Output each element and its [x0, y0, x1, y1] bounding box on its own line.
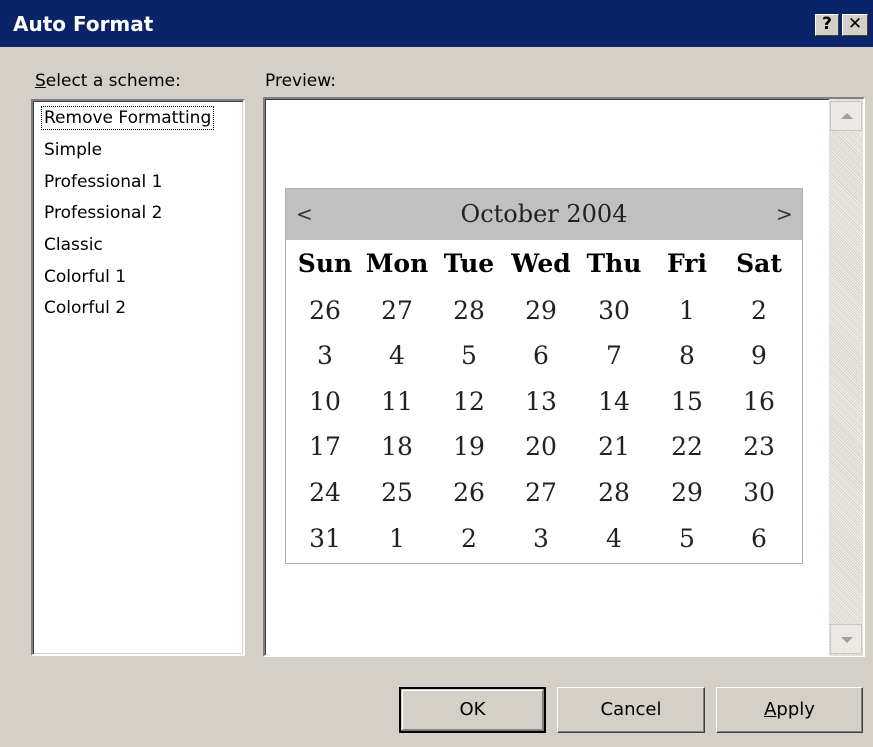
- cancel-button[interactable]: Cancel: [557, 687, 705, 733]
- calendar-day-cell[interactable]: 30: [724, 479, 794, 507]
- calendar-day-cell[interactable]: 21: [579, 433, 649, 461]
- calendar-day-cell[interactable]: 17: [290, 433, 360, 461]
- calendar-day-cell[interactable]: 11: [362, 388, 432, 416]
- calendar-day-cell[interactable]: 20: [506, 433, 576, 461]
- calendar-day-cell[interactable]: 27: [506, 479, 576, 507]
- calendar-day-cell[interactable]: 1: [652, 297, 722, 325]
- calendar-day-cell[interactable]: 15: [652, 388, 722, 416]
- apply-button[interactable]: Apply: [716, 687, 863, 733]
- calendar-day-cell[interactable]: 2: [434, 525, 504, 553]
- calendar-day-cell[interactable]: 3: [290, 342, 360, 370]
- calendar-preview: October 2004 < > Sun Mon Tue Wed Thu Fri Sat 26…: [285, 188, 803, 564]
- calendar-day-cell[interactable]: 5: [652, 525, 722, 553]
- calendar-day-cell[interactable]: 29: [652, 479, 722, 507]
- calendar-day-cell[interactable]: 2: [724, 297, 794, 325]
- scheme-item-classic[interactable]: Classic: [42, 234, 105, 256]
- window-title: Auto Format: [13, 12, 154, 36]
- calendar-next-link[interactable]: >: [776, 203, 793, 225]
- calendar-day-cell[interactable]: 4: [362, 342, 432, 370]
- calendar-day-cell[interactable]: 19: [434, 433, 504, 461]
- arrow-down-icon: [841, 637, 853, 643]
- calendar-month-title: October 2004: [460, 200, 628, 228]
- calendar-day-cell[interactable]: 13: [506, 388, 576, 416]
- scheme-item-remove-formatting[interactable]: Remove Formatting: [40, 106, 215, 130]
- calendar-day-cell[interactable]: 16: [724, 388, 794, 416]
- calendar-day-header-sun: Sun: [297, 249, 353, 278]
- ok-button-label: OK: [459, 699, 486, 720]
- scheme-label: Select a scheme:: [35, 71, 181, 91]
- calendar-day-cell[interactable]: 24: [290, 479, 360, 507]
- calendar-day-header-sat: Sat: [736, 249, 782, 278]
- calendar-day-cell[interactable]: 18: [362, 433, 432, 461]
- calendar-day-cell[interactable]: 5: [434, 342, 504, 370]
- calendar-day-cell[interactable]: 28: [434, 297, 504, 325]
- close-button[interactable]: ✕: [842, 14, 868, 36]
- calendar-day-cell[interactable]: 1: [362, 525, 432, 553]
- title-bar[interactable]: Auto Format ? ✕: [0, 0, 873, 47]
- calendar-day-cell[interactable]: 9: [724, 342, 794, 370]
- scroll-down-button[interactable]: [830, 624, 862, 654]
- scheme-item-colorful-2[interactable]: Colorful 2: [42, 297, 128, 319]
- calendar-day-header-fri: Fri: [667, 249, 707, 278]
- arrow-up-icon: [841, 113, 853, 119]
- close-icon: ✕: [847, 14, 863, 34]
- calendar-day-cell[interactable]: 14: [579, 388, 649, 416]
- ok-button[interactable]: OK: [399, 687, 546, 733]
- calendar-day-cell[interactable]: 26: [290, 297, 360, 325]
- scroll-up-button[interactable]: [830, 101, 862, 131]
- calendar-day-cell[interactable]: 27: [362, 297, 432, 325]
- calendar-day-cell[interactable]: 3: [506, 525, 576, 553]
- scheme-listbox[interactable]: Remove Formatting Simple Professional 1 …: [31, 99, 245, 656]
- calendar-day-cell[interactable]: 30: [579, 297, 649, 325]
- calendar-day-cell[interactable]: 28: [579, 479, 649, 507]
- calendar-day-cell[interactable]: 6: [724, 525, 794, 553]
- cancel-button-label: Cancel: [600, 699, 662, 720]
- calendar-title-bar: October 2004 < >: [286, 189, 802, 240]
- calendar-day-cell[interactable]: 10: [290, 388, 360, 416]
- help-button[interactable]: ?: [815, 14, 839, 36]
- calendar-day-cell[interactable]: 29: [506, 297, 576, 325]
- calendar-day-header-tue: Tue: [443, 249, 495, 278]
- calendar-day-cell[interactable]: 25: [362, 479, 432, 507]
- calendar-day-header-mon: Mon: [365, 249, 429, 278]
- calendar-day-cell[interactable]: 22: [652, 433, 722, 461]
- preview-label: Preview:: [265, 71, 336, 91]
- calendar-day-header-wed: Wed: [511, 249, 571, 278]
- calendar-day-cell[interactable]: 23: [724, 433, 794, 461]
- calendar-day-cell[interactable]: 7: [579, 342, 649, 370]
- calendar-day-cell[interactable]: 12: [434, 388, 504, 416]
- calendar-day-cell[interactable]: 26: [434, 479, 504, 507]
- calendar-day-cell[interactable]: 8: [652, 342, 722, 370]
- calendar-day-cell[interactable]: 6: [506, 342, 576, 370]
- apply-button-label: Apply: [764, 699, 815, 720]
- scheme-item-professional-2[interactable]: Professional 2: [42, 202, 164, 224]
- calendar-day-cell[interactable]: 31: [290, 525, 360, 553]
- scheme-item-colorful-1[interactable]: Colorful 1: [42, 266, 128, 288]
- calendar-day-cell[interactable]: 4: [579, 525, 649, 553]
- help-icon: ?: [822, 14, 832, 34]
- preview-scrollbar[interactable]: [829, 99, 863, 656]
- scheme-item-simple[interactable]: Simple: [42, 139, 104, 161]
- calendar-prev-link[interactable]: <: [296, 203, 313, 225]
- scheme-item-professional-1[interactable]: Professional 1: [42, 171, 164, 193]
- calendar-day-header-thu: Thu: [586, 249, 642, 278]
